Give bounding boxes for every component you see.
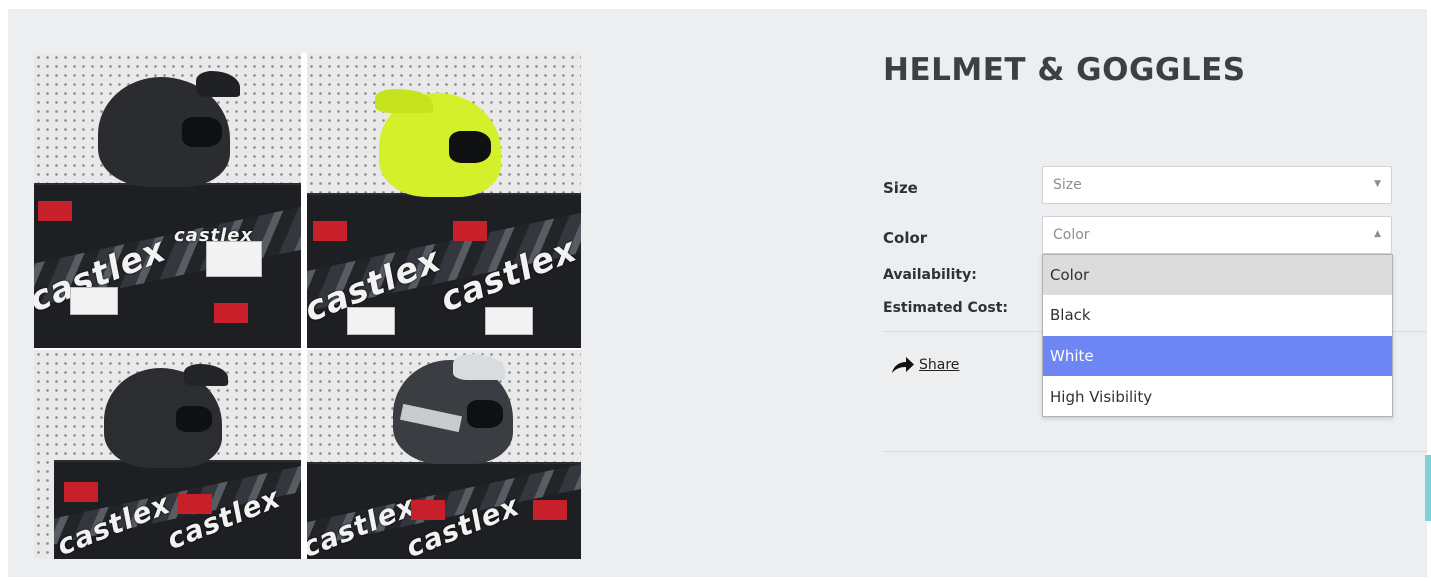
helmet-eyeport — [182, 117, 222, 147]
helmet-visor — [453, 354, 505, 380]
helmet-eyeport — [176, 406, 212, 432]
color-dropdown-list[interactable]: Color Black White High Visibility — [1042, 254, 1393, 417]
box-label-sticker — [206, 241, 262, 277]
option-label: High Visibility — [1050, 388, 1153, 406]
youth-off-road-tag — [178, 494, 212, 514]
helmet-visor — [184, 364, 228, 386]
box-label-sticker — [347, 307, 395, 335]
product-image-gallery[interactable]: castlex castlex castlex castlex castlex … — [34, 53, 581, 559]
helmet-black-youth — [104, 364, 228, 468]
box-logo: castlex — [162, 480, 286, 557]
helmet-visor — [375, 89, 433, 113]
product-photo-graphic-helmet[interactable]: castlex castlex — [307, 350, 581, 559]
availability-label: Availability: — [883, 267, 977, 283]
option-label: Black — [1050, 306, 1091, 324]
color-select-value: Color — [1053, 227, 1090, 243]
helmet-box: castlex castlex — [307, 462, 581, 559]
color-option-placeholder[interactable]: Color — [1043, 255, 1392, 295]
off-road-tag — [313, 221, 347, 241]
helmet-black — [98, 71, 240, 187]
share-link[interactable]: Share — [919, 357, 959, 373]
product-title: HELMET & GOGGLES — [883, 52, 1246, 88]
share-arrow-icon — [892, 357, 914, 373]
chevron-down-icon: ▼ — [1374, 179, 1381, 189]
youth-off-road-tag — [64, 482, 98, 502]
size-label: Size — [883, 179, 918, 197]
box-label-sticker — [70, 287, 118, 315]
helmet-graphic — [393, 354, 513, 464]
details-divider — [883, 331, 1043, 332]
size-select[interactable]: Size ▼ — [1042, 166, 1392, 204]
product-photo-hi-vis-helmet[interactable]: castlex castlex — [307, 53, 581, 348]
size-select-value: Size — [1053, 177, 1082, 193]
option-label: White — [1050, 347, 1094, 365]
product-photo-youth-helmet[interactable]: castlex castlex — [34, 350, 301, 559]
helmet-box: castlex castlex — [34, 183, 301, 348]
off-road-tag — [453, 221, 487, 241]
off-road-tag — [38, 201, 72, 221]
helmet-hi-vis — [375, 89, 501, 197]
box-logo: castlex — [307, 488, 421, 559]
side-accent-tab[interactable] — [1425, 455, 1431, 521]
color-option-black[interactable]: Black — [1043, 295, 1392, 335]
color-option-white[interactable]: White — [1043, 336, 1392, 376]
details-divider-right — [1393, 331, 1427, 332]
helmet-eyeport — [467, 400, 503, 428]
share-control[interactable]: Share — [891, 356, 959, 374]
chevron-up-icon: ▲ — [1374, 229, 1381, 239]
color-option-high-visibility[interactable]: High Visibility — [1043, 377, 1392, 417]
option-label: Color — [1050, 266, 1090, 284]
off-road-tag — [533, 500, 567, 520]
estimated-cost-label: Estimated Cost: — [883, 300, 1009, 316]
off-road-tag — [214, 303, 248, 323]
helmet-visor — [196, 71, 240, 97]
color-select[interactable]: Color ▲ — [1042, 216, 1392, 254]
helmet-graphic-stripe — [399, 403, 463, 433]
helmet-box: castlex castlex — [54, 460, 301, 559]
product-photo-black-helmet[interactable]: castlex castlex — [34, 53, 301, 348]
helmet-eyeport — [449, 131, 491, 163]
helmet-box: castlex castlex — [307, 193, 581, 348]
color-label: Color — [883, 229, 928, 247]
box-label-sticker — [485, 307, 533, 335]
section-divider — [883, 451, 1427, 452]
off-road-tag — [411, 500, 445, 520]
